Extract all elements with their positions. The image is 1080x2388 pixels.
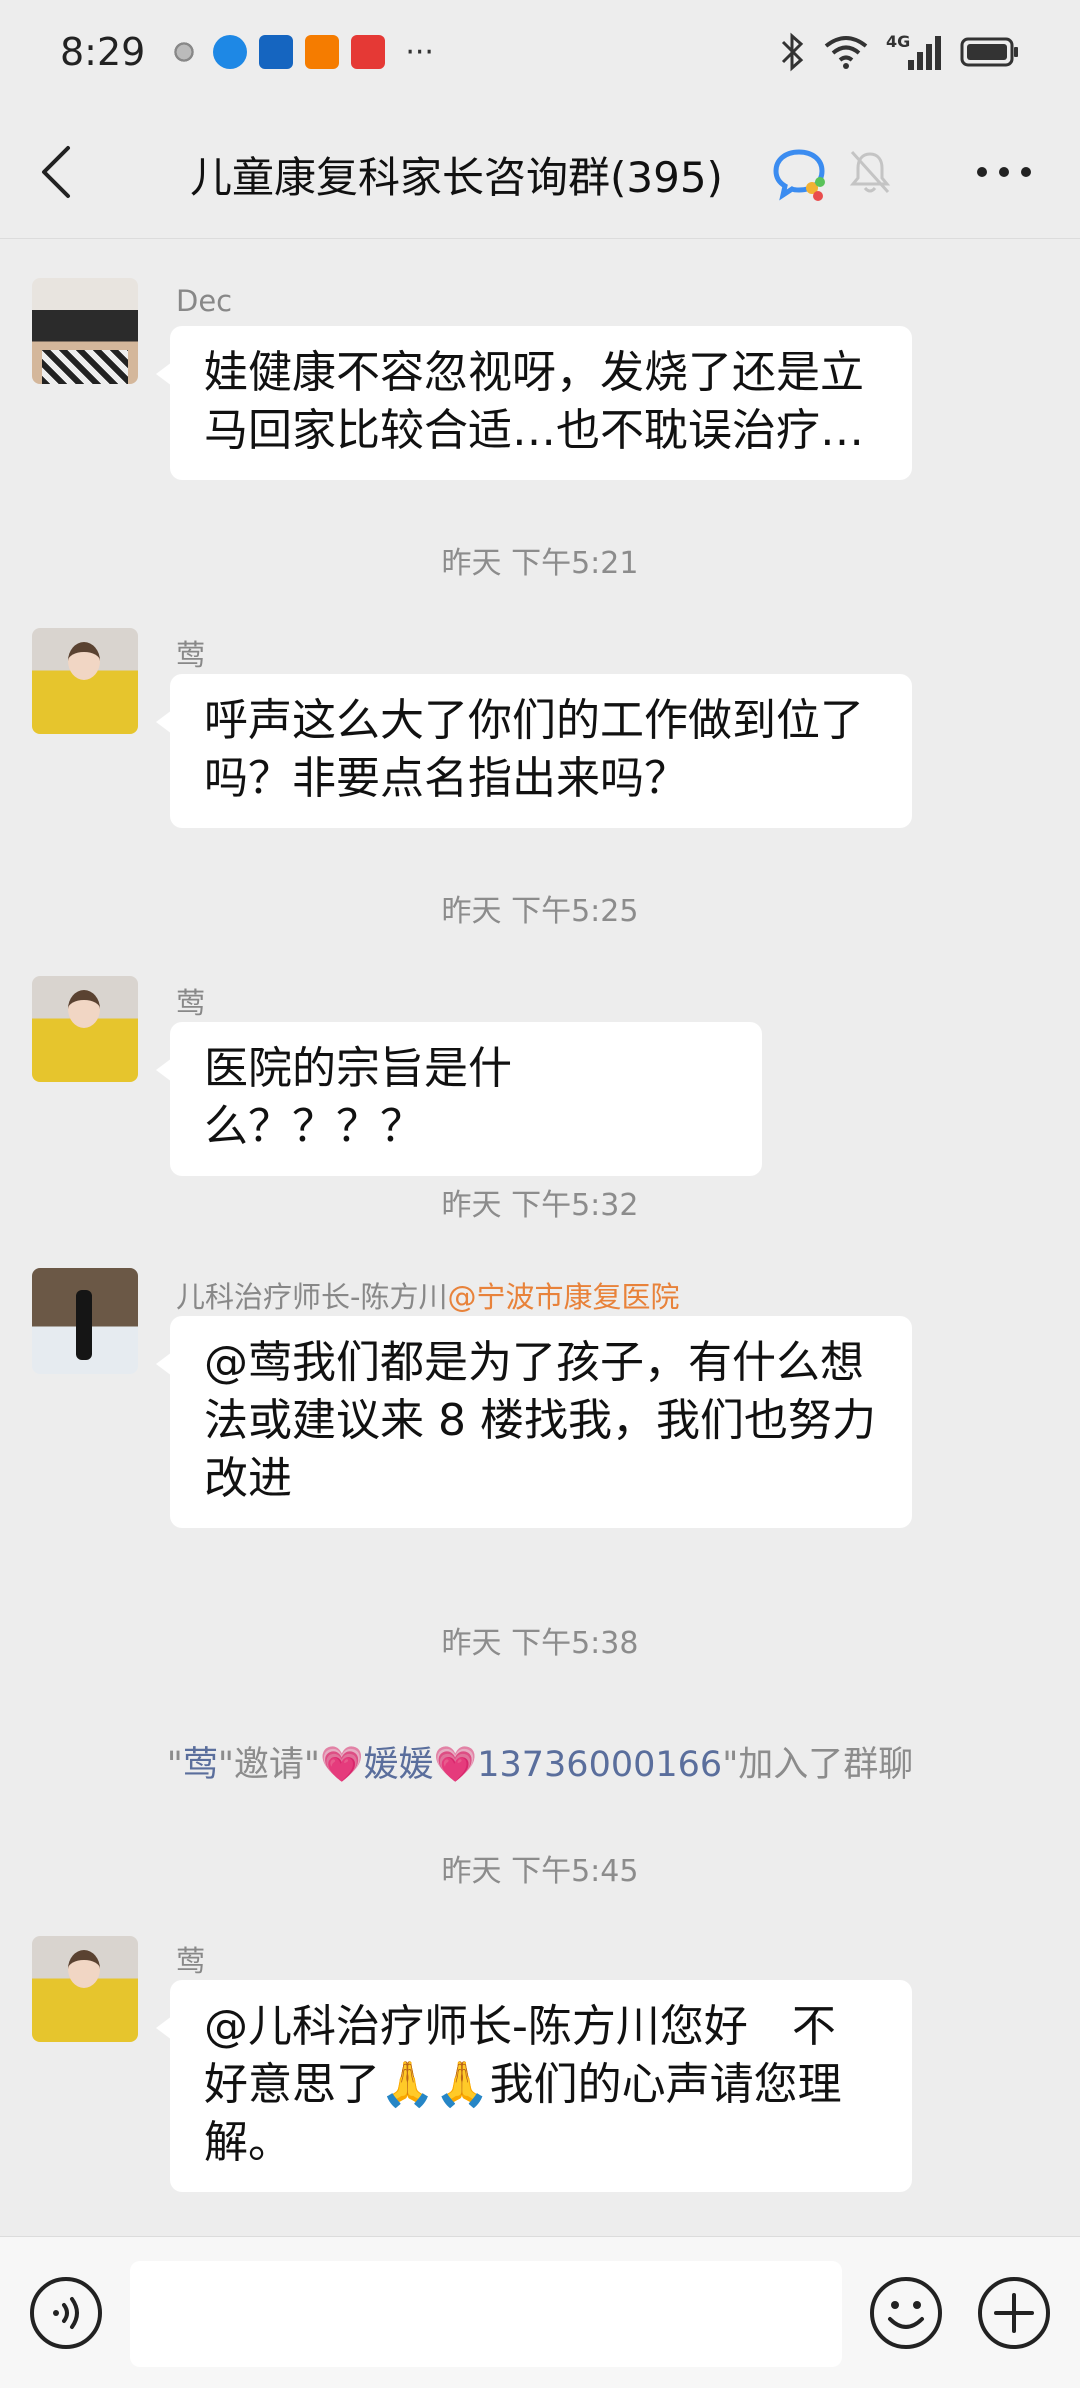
app-icon-news <box>259 35 294 69</box>
voice-icon[interactable] <box>28 2275 104 2351</box>
timestamp: 昨天 下午5:38 <box>441 1626 639 1661</box>
message-line: 医院的宗旨是什么？？？？ <box>204 1043 512 1152</box>
sender-name: 儿科治疗师长-陈方川@宁波市康复医院 <box>176 1274 679 1316</box>
app-icon-orange <box>305 35 340 69</box>
message-bubble[interactable]: 呼声这么大了你们的工作做到位了 吗？非要点名指出来吗？ <box>156 674 912 828</box>
sender-name: 莺 <box>176 1944 206 1978</box>
message-line: 呼声这么大了你们的工作做到位了 <box>204 695 864 746</box>
sender-name: 莺 <box>176 638 206 672</box>
app-icon-blue <box>213 35 248 69</box>
cellular-signal: 4G <box>886 32 942 72</box>
message-bubble[interactable]: @莺我们都是为了孩子，有什么想 法或建议来 8 楼找我，我们也努力 改进 <box>156 1316 912 1528</box>
avatar[interactable] <box>32 976 138 1082</box>
timestamp: 昨天 下午5:25 <box>441 894 639 929</box>
message-line: 好意思了🙏🙏我们的心声请您理 <box>204 2059 842 2110</box>
back-button[interactable] <box>36 144 76 200</box>
notification-icons: ··· <box>167 35 434 70</box>
battery-icon <box>960 37 1018 67</box>
avatar[interactable] <box>32 1936 138 2042</box>
message-line: 娃健康不容忽视呀，发烧了还是立 <box>204 347 864 398</box>
more-notifications: ··· <box>405 34 434 70</box>
message-line: 马回家比较合适…也不耽误治疗… <box>204 405 864 456</box>
invitee-name[interactable]: 媛媛 <box>364 1745 434 1785</box>
avatar-face <box>68 1950 100 1988</box>
timestamp: 昨天 下午5:21 <box>441 546 639 581</box>
message-line: 法或建议来 8 楼找我，我们也努力 <box>204 1395 876 1446</box>
message-input[interactable] <box>130 2261 842 2367</box>
avatar-pattern <box>42 350 128 384</box>
bell-muted-icon <box>849 150 891 194</box>
app-icon-red <box>351 35 386 69</box>
message-line: 解。 <box>204 2117 292 2168</box>
sender-name: 莺 <box>176 986 206 1020</box>
message-line: @儿科治疗师长-陈方川您好 不 <box>204 2001 836 2052</box>
sender-name-text: 儿科治疗师长-陈方川 <box>176 1280 448 1314</box>
wifi-icon <box>824 36 868 69</box>
system-invite-message: "莺"邀请"💗媛媛💗13736000166"加入了群聊 <box>0 1736 1080 1787</box>
message-line: 吗？非要点名指出来吗？ <box>204 753 688 804</box>
avatar-figure <box>76 1290 92 1360</box>
system-text: "邀请" <box>217 1745 321 1785</box>
app-icon-gray <box>167 35 202 69</box>
message-line: @莺我们都是为了孩子，有什么想 <box>204 1337 864 1388</box>
message-line: 改进 <box>204 1453 292 1504</box>
header-divider <box>0 238 1080 239</box>
input-bar <box>0 2236 1080 2388</box>
chat-bubble-icon[interactable] <box>770 146 828 204</box>
avatar-face <box>68 642 100 680</box>
avatar-face <box>68 990 100 1028</box>
sender-name: Dec <box>176 284 233 318</box>
signal-icon <box>908 36 941 70</box>
message-bubble[interactable]: 娃健康不容忽视呀，发烧了还是立 马回家比较合适…也不耽误治疗… <box>156 326 912 480</box>
message-bubble[interactable]: 医院的宗旨是什么？？？？ <box>156 1022 762 1176</box>
heart-emoji: 💗 <box>433 1745 478 1785</box>
avatar[interactable] <box>32 278 138 384</box>
avatar[interactable] <box>32 628 138 734</box>
plus-icon[interactable] <box>976 2275 1052 2351</box>
status-time: 8:29 <box>60 30 146 74</box>
invitee-number[interactable]: 13736000166 <box>477 1745 722 1785</box>
avatar[interactable] <box>32 1268 138 1374</box>
status-bar: 8:29 ··· 4G <box>0 0 1080 104</box>
chat-title: 儿童康复科家长咨询群(395) <box>190 153 723 202</box>
sender-org-tag[interactable]: @宁波市康复医院 <box>447 1280 679 1314</box>
heart-emoji: 💗 <box>320 1745 364 1785</box>
system-text: " <box>166 1745 183 1785</box>
system-text: "加入了群聊 <box>722 1745 914 1785</box>
inviter-name[interactable]: 莺 <box>183 1745 218 1785</box>
system-indicators: 4G <box>780 32 1020 72</box>
chat-header: 儿童康复科家长咨询群(395) <box>0 104 1080 240</box>
timestamp: 昨天 下午5:45 <box>441 1854 639 1889</box>
timestamp: 昨天 下午5:32 <box>441 1188 639 1223</box>
emoji-icon[interactable] <box>868 2275 944 2351</box>
bluetooth-icon <box>781 32 804 72</box>
message-bubble[interactable]: @儿科治疗师长-陈方川您好 不 好意思了🙏🙏我们的心声请您理 解。 <box>156 1980 912 2192</box>
more-dots-icon[interactable] <box>972 162 1036 182</box>
